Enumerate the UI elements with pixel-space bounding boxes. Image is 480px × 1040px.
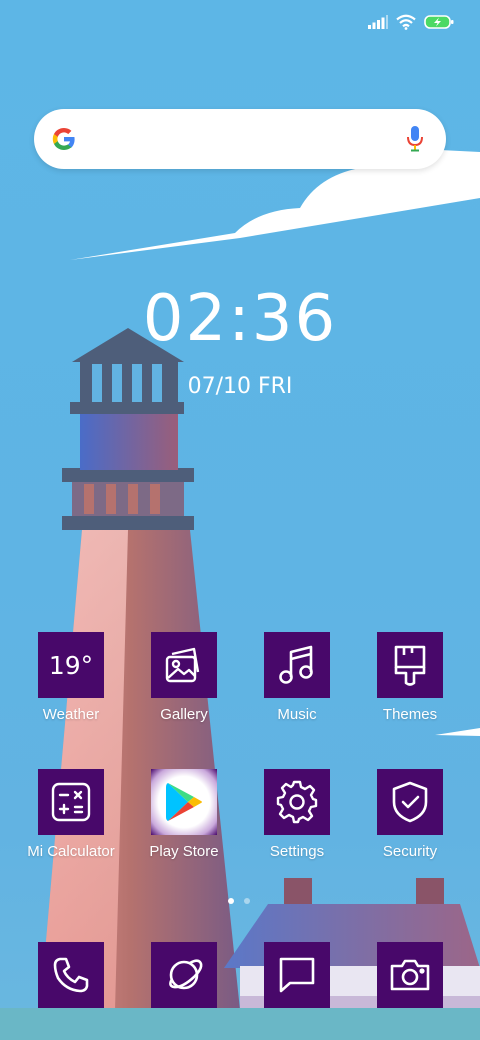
app-themes[interactable]: Themes — [355, 632, 465, 723]
app-label-music: Music — [277, 706, 317, 723]
app-label-gallery: Gallery — [160, 706, 208, 723]
battery-charging-icon — [424, 15, 454, 29]
app-label-settings: Settings — [269, 843, 325, 860]
app-play-store[interactable]: Play Store — [129, 769, 239, 860]
weather-icon[interactable]: 19° — [38, 632, 104, 698]
app-label-themes: Themes — [382, 706, 438, 723]
gear-icon[interactable] — [264, 769, 330, 835]
browser-icon[interactable] — [151, 942, 217, 1008]
calculator-icon[interactable] — [38, 769, 104, 835]
app-label-play-store: Play Store — [149, 843, 219, 860]
weekday: FRI — [257, 374, 293, 399]
wifi-icon — [396, 14, 416, 30]
app-weather[interactable]: 19° Weather — [16, 632, 126, 723]
weather-temperature: 19° — [48, 650, 94, 680]
app-label-weather: Weather — [42, 706, 100, 723]
page-dot-1[interactable] — [228, 898, 234, 904]
app-security[interactable]: Security — [355, 769, 465, 860]
music-icon[interactable] — [264, 632, 330, 698]
google-logo-icon — [52, 128, 75, 150]
app-label-mi-calculator: Mi Calculator — [27, 843, 115, 860]
mic-icon[interactable] — [406, 125, 424, 153]
status-bar — [368, 10, 454, 34]
app-mi-calculator[interactable]: Mi Calculator — [16, 769, 126, 860]
google-search-bar[interactable] — [34, 109, 446, 169]
app-gallery[interactable]: Gallery — [129, 632, 239, 723]
gallery-icon[interactable] — [151, 632, 217, 698]
camera-icon[interactable] — [377, 942, 443, 1008]
ground-strip — [0, 1008, 480, 1040]
signal-icon — [368, 15, 388, 29]
messages-icon[interactable] — [264, 942, 330, 1008]
play-store-icon[interactable] — [151, 769, 217, 835]
dock-phone[interactable] — [16, 942, 126, 1008]
clock-date[interactable]: 07/10 FRI — [0, 374, 480, 399]
app-label-security: Security — [382, 843, 438, 860]
app-settings[interactable]: Settings — [242, 769, 352, 860]
dock-camera[interactable] — [355, 942, 465, 1008]
clock-time[interactable]: 02:36 — [0, 282, 480, 356]
page-indicator — [228, 898, 250, 904]
dock-messages[interactable] — [242, 942, 352, 1008]
themes-icon[interactable] — [377, 632, 443, 698]
dock-browser[interactable] — [129, 942, 239, 1008]
phone-icon[interactable] — [38, 942, 104, 1008]
shield-icon[interactable] — [377, 769, 443, 835]
page-dot-2[interactable] — [244, 898, 250, 904]
app-music[interactable]: Music — [242, 632, 352, 723]
date-value: 07/10 — [187, 374, 251, 399]
